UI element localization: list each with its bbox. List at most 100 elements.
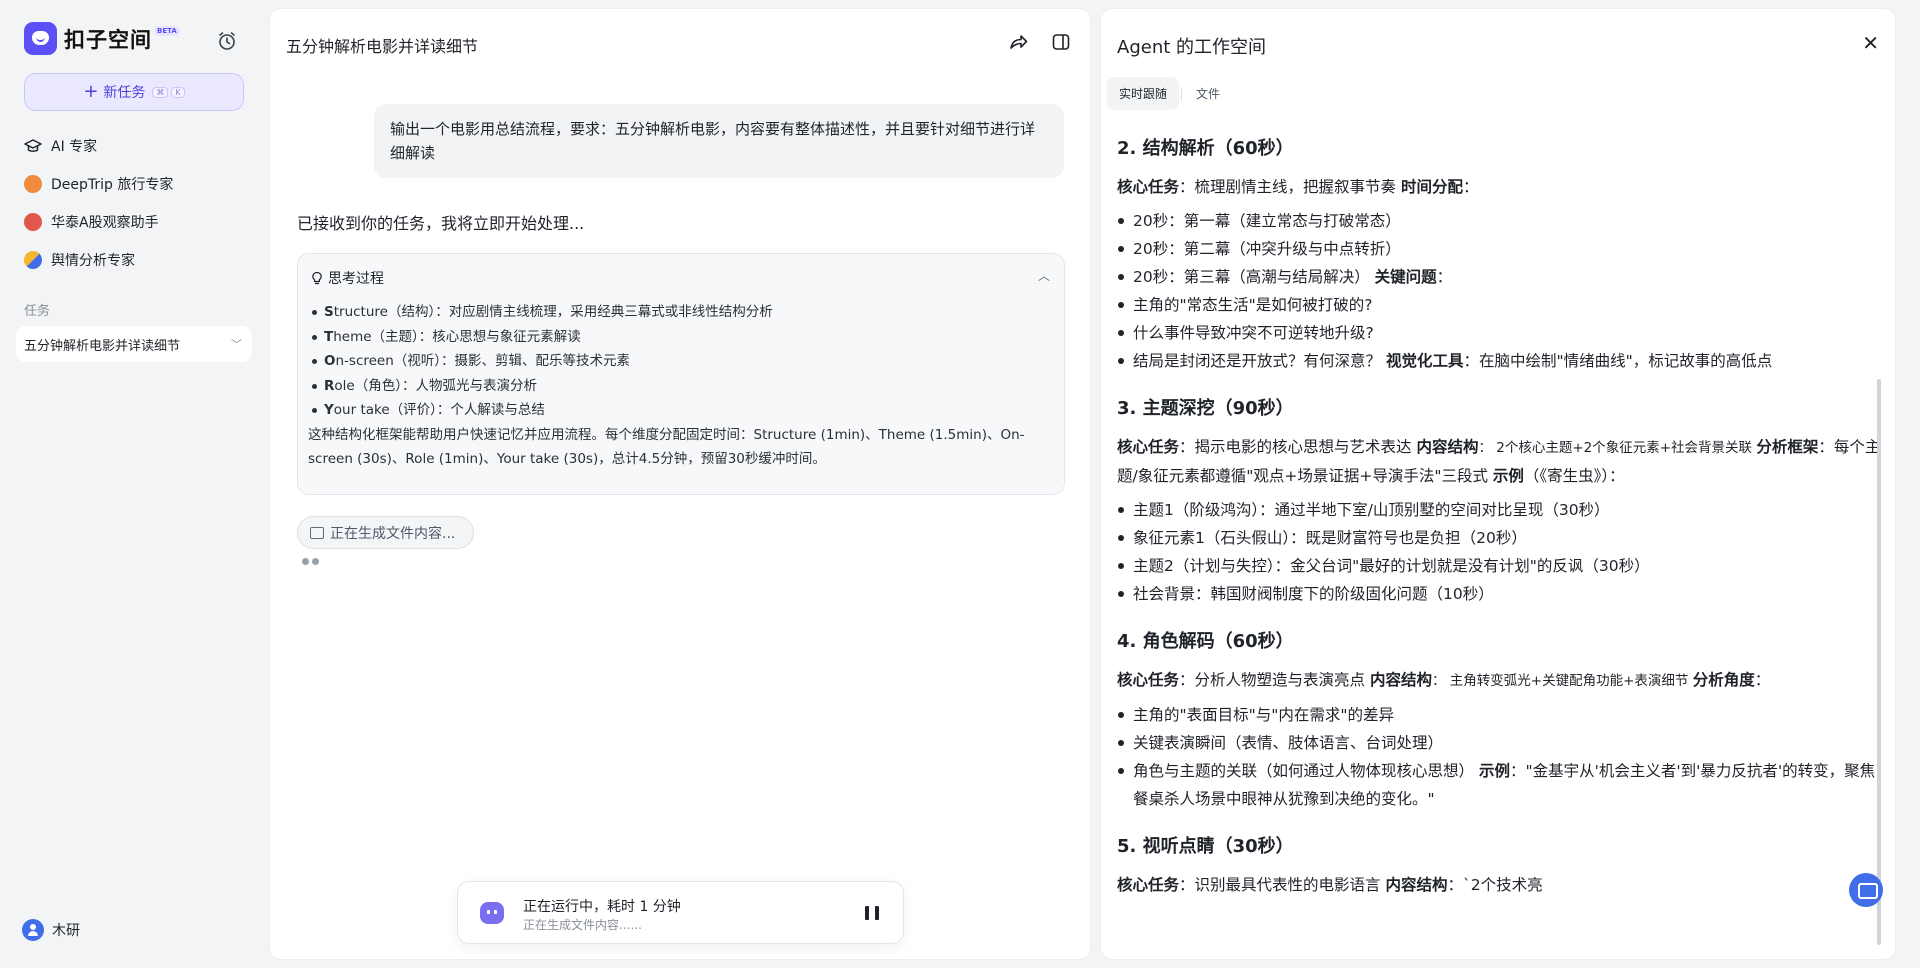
list-item: Role（角色）：人物弧光与表演分析: [308, 374, 1056, 399]
chevron-up-icon[interactable]: ︿: [1038, 267, 1050, 284]
sidebar-item-label: AI 专家: [51, 139, 98, 155]
item-text: heme（主题）：核心思想与象征元素解读: [333, 328, 581, 345]
shortcut-k: K: [171, 86, 185, 98]
status-sub: 正在生成文件内容......: [523, 918, 642, 932]
text: 20秒：第三幕（高潮与结局解决）: [1133, 268, 1375, 286]
item-text: tructure（结构）：对应剧情主线梳理，采用经典三幕式或非线性结构分析: [333, 304, 773, 320]
sidebar-item-sentiment[interactable]: 舆情分析专家: [24, 248, 135, 272]
text: ：在脑中绘制"情绪曲线"，标记故事的高低点: [1463, 352, 1773, 370]
item-text: ole（角色）：人物弧光与表演分析: [334, 377, 537, 394]
list-item: 主角的"常态生活"是如何被打破的?: [1117, 291, 1887, 319]
workspace-content: 2. 结构解析（60秒） 核心任务：梳理剧情主线，把握叙事节奏 时间分配： 20…: [1117, 136, 1887, 899]
tab-live-follow[interactable]: 实时跟随: [1107, 77, 1180, 110]
text: ：分析人物塑造与表演亮点: [1179, 671, 1370, 689]
label: 核心任务: [1117, 178, 1180, 196]
plus-icon: +: [83, 81, 99, 102]
label: 分析角度: [1692, 671, 1755, 689]
tab-divider: [1181, 86, 1183, 101]
tab-files[interactable]: 文件: [1184, 77, 1232, 110]
list-item: 结局是封闭还是开放式？有何深意？ 视觉化工具：在脑中绘制"情绪曲线"，标记故事的…: [1117, 347, 1887, 375]
chevron-down-icon[interactable]: ﹀: [231, 336, 242, 352]
panel-toggle-icon[interactable]: [1050, 31, 1072, 53]
workspace-tabs: 实时跟随 文件: [1107, 77, 1232, 110]
user-message: 输出一个电影用总结流程，要求：五分钟解析电影，内容要有整体描述性，并且要针对细节…: [374, 104, 1064, 178]
section-intro: 核心任务：分析人物塑造与表演亮点 内容结构： 主角转变弧光+关键配角功能+表演细…: [1117, 666, 1887, 695]
huatai-icon: [24, 213, 42, 231]
item-initial: R: [324, 377, 335, 394]
label: 内容结构: [1416, 438, 1479, 456]
chat-bubble-icon[interactable]: [1849, 873, 1883, 907]
sidebar: 扣子空间 BETA + 新任务 ⌘ K AI 专家 DeepTrip 旅行专家 …: [0, 0, 262, 968]
section-heading: 5. 视听点睛（30秒）: [1117, 836, 1294, 857]
shortcut-cmd: ⌘: [152, 86, 169, 98]
label: 核心任务: [1117, 876, 1180, 894]
thinking-header[interactable]: 思考过程: [310, 268, 384, 288]
list-item: 主角的"表面目标"与"内在需求"的差异: [1117, 701, 1887, 729]
list-item: Your take（评价）：个人解读与总结: [308, 398, 1056, 423]
sidebar-item-deeptrip[interactable]: DeepTrip 旅行专家: [24, 172, 173, 196]
sidebar-item-label: 华泰A股观察助手: [51, 215, 159, 231]
list-item: 主题2（计划与失控）：金父台词"最好的计划就是没有计划"的反讽（30秒）: [1117, 552, 1887, 580]
avatar: [22, 919, 44, 941]
label: 示例: [1478, 762, 1510, 780]
label: 核心任务: [1117, 671, 1180, 689]
tasks-section-label: 任务: [24, 304, 51, 319]
task-item-label: 五分钟解析电影并详读细节: [24, 338, 181, 354]
deeptrip-icon: [24, 175, 42, 193]
list-item: 20秒：第一幕（建立常态与打破常态）: [1117, 207, 1887, 235]
label: 关键问题: [1374, 268, 1437, 286]
chat-panel: 五分钟解析电影并详读细节 输出一个电影用总结流程，要求：五分钟解析电影，内容要有…: [269, 8, 1091, 960]
share-icon[interactable]: [1007, 31, 1029, 53]
sidebar-item-huatai[interactable]: 华泰A股观察助手: [24, 210, 159, 234]
section-heading: 4. 角色解码（60秒）: [1117, 631, 1294, 652]
item-text: n-screen（视听）：摄影、剪辑、配乐等技术元素: [335, 353, 631, 369]
user-profile[interactable]: 木研: [22, 919, 80, 941]
list-item: 20秒：第三幕（高潮与结局解决） 关键问题：: [1117, 263, 1887, 291]
status-main: 正在运行中，耗时 1 分钟: [523, 899, 681, 915]
text: ：: [1436, 268, 1453, 286]
workspace-title: Agent 的工作空间: [1117, 37, 1267, 58]
list-item: Structure（结构）：对应剧情主线梳理，采用经典三幕式或非线性结构分析: [308, 300, 1056, 325]
graduation-cap-icon: [24, 139, 42, 152]
text: 角色与主题的关联（如何通过人物体现核心思想）: [1133, 762, 1479, 780]
text: ：: [1462, 178, 1479, 196]
label: 示例: [1492, 467, 1524, 485]
label: 核心任务: [1117, 438, 1180, 456]
thinking-paragraph: 这种结构化框架能帮助用户快速记忆并应用流程。每个维度分配固定时间：Structu…: [308, 426, 1025, 468]
text: ： 主角转变弧光+关键配角功能+表演细节: [1431, 673, 1693, 689]
close-icon[interactable]: ✕: [1862, 33, 1879, 53]
user-name: 木研: [52, 923, 80, 939]
item-text: our take（评价）：个人解读与总结: [333, 402, 545, 418]
run-status-bar: 正在运行中，耗时 1 分钟 正在生成文件内容......: [457, 881, 904, 944]
list-item: Theme（主题）：核心思想与象征元素解读: [308, 325, 1056, 350]
label: 视觉化工具: [1385, 352, 1464, 370]
new-task-button[interactable]: + 新任务 ⌘ K: [24, 73, 244, 111]
sidebar-item-ai-expert[interactable]: AI 专家: [24, 134, 97, 158]
text: ： 2个核心主题+2个象征元素+社会背景关联: [1478, 440, 1757, 456]
list-item: 什么事件导致冲突不可逆转地升级?: [1117, 319, 1887, 347]
beta-badge: BETA: [154, 25, 180, 36]
chat-title: 五分钟解析电影并详读细节: [286, 37, 479, 56]
bot-icon: [480, 902, 504, 924]
scrollbar[interactable]: [1877, 379, 1881, 945]
label: 内容结构: [1385, 876, 1448, 894]
new-task-label: 新任务: [103, 85, 146, 101]
generating-file-chip[interactable]: 正在生成文件内容...: [297, 516, 475, 549]
app-name: 扣子空间: [64, 27, 152, 52]
label: 时间分配: [1400, 178, 1463, 196]
task-item[interactable]: 五分钟解析电影并详读细节 ﹀: [16, 326, 252, 362]
alarm-clock-icon[interactable]: [216, 30, 238, 52]
sentiment-icon: [24, 251, 42, 269]
lightbulb-icon: [312, 271, 322, 285]
section-intro: 核心任务：识别最具代表性的电影语言 内容结构：`2个技术亮: [1117, 871, 1887, 899]
section-heading: 2. 结构解析（60秒）: [1117, 138, 1294, 159]
folder-icon: [310, 526, 324, 539]
label: 分析框架: [1756, 438, 1819, 456]
text: ：揭示电影的核心思想与艺术表达: [1179, 438, 1417, 456]
app-logo[interactable]: 扣子空间 BETA: [24, 22, 180, 55]
pause-icon[interactable]: [865, 906, 879, 920]
thinking-panel: 思考过程 ︿ Structure（结构）：对应剧情主线梳理，采用经典三幕式或非线…: [297, 253, 1065, 495]
fade-overlay: [298, 474, 1064, 494]
text: ：: [1754, 671, 1771, 689]
list-item: 主题1（阶级鸿沟）：通过半地下室/山顶别墅的空间对比呈现（30秒）: [1117, 496, 1887, 524]
